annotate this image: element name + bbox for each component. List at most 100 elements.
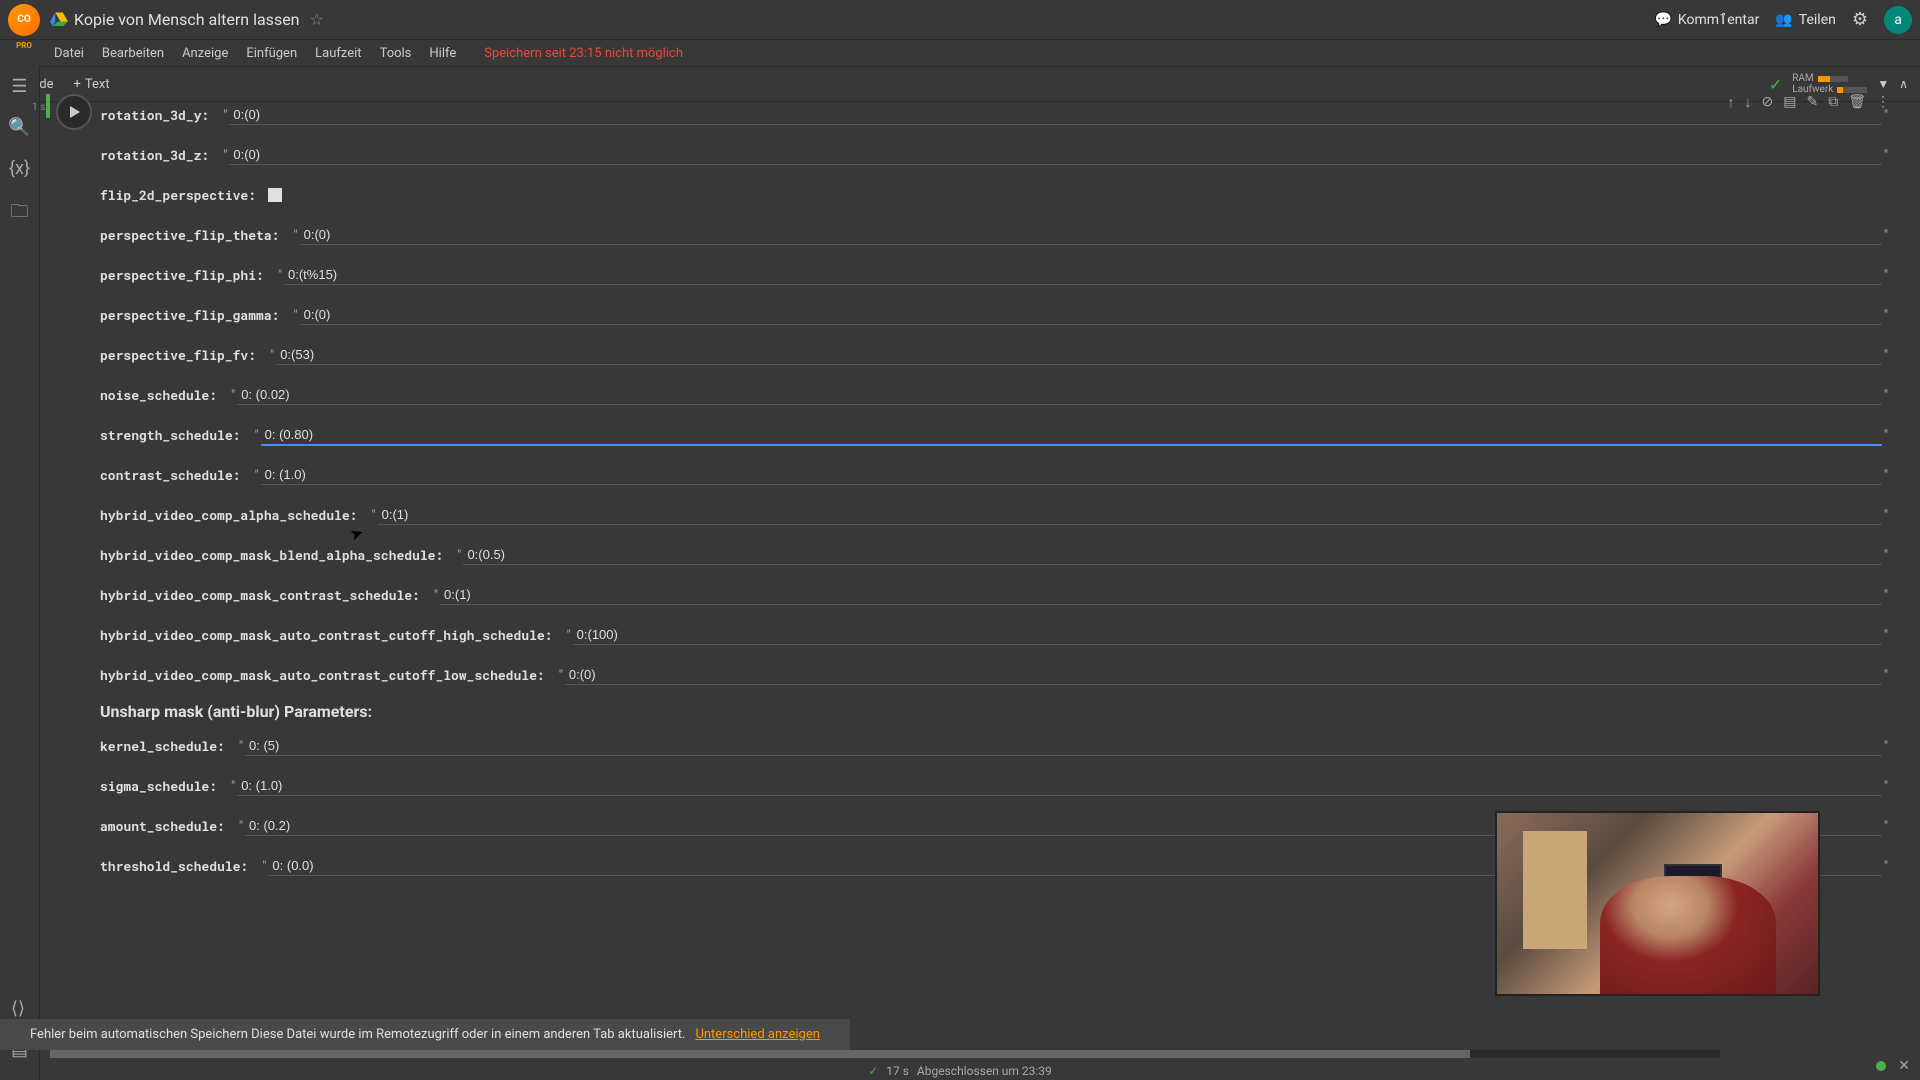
quote-mark: " <box>239 819 243 834</box>
param-input[interactable] <box>237 776 1882 796</box>
param-row: perspective_flip_fv:"" <box>100 342 1890 368</box>
quote-mark: " <box>1884 468 1888 483</box>
quote-mark: " <box>1884 268 1888 283</box>
menu-tools[interactable]: Tools <box>380 46 412 61</box>
param-input[interactable] <box>300 305 1882 325</box>
share-icon: 👥 <box>1775 12 1792 28</box>
param-input[interactable] <box>229 105 1881 125</box>
comment-button[interactable]: 💬 Kommٱentar <box>1654 12 1759 28</box>
quote-mark: " <box>1884 779 1888 794</box>
share-button[interactable]: 👥 Teilen <box>1775 12 1836 28</box>
status-check-icon: ✓ <box>1769 75 1782 94</box>
variables-icon[interactable]: {x} <box>9 158 30 179</box>
show-diff-link[interactable]: Unterschied anzeigen <box>695 1027 819 1042</box>
param-input-wrap: "" <box>369 505 1890 525</box>
param-label: hybrid_video_comp_mask_auto_contrast_cut… <box>100 626 552 644</box>
horizontal-scrollbar[interactable] <box>50 1050 1720 1058</box>
menu-hilfe[interactable]: Hilfe <box>429 46 456 61</box>
param-label: flip_2d_perspective: <box>100 186 256 204</box>
param-input[interactable] <box>463 545 1881 565</box>
resource-indicator[interactable]: RAM Laufwerk <box>1792 73 1867 95</box>
param-input[interactable] <box>237 385 1882 405</box>
toolbar: + Code + Text ✓ RAM Laufwerk ▼ ∧ <box>0 66 1920 102</box>
param-input-wrap: "" <box>432 585 1890 605</box>
param-label: threshold_schedule: <box>100 857 248 875</box>
param-input[interactable] <box>573 625 1882 645</box>
param-input[interactable] <box>284 265 1882 285</box>
quote-mark: " <box>278 268 282 283</box>
quote-mark: " <box>1884 388 1888 403</box>
quote-mark: " <box>223 108 227 123</box>
document-title[interactable]: Kopie von Mensch altern lassen <box>74 10 300 29</box>
avatar[interactable]: a <box>1884 6 1912 34</box>
plus-icon: + <box>74 77 81 92</box>
param-input[interactable] <box>229 145 1881 165</box>
webcam-overlay <box>1495 811 1820 996</box>
connection-dot <box>1876 1061 1886 1071</box>
quote-mark: " <box>559 668 563 683</box>
quote-mark: " <box>293 228 297 243</box>
cell-exec-time: 1 s <box>32 102 45 113</box>
param-input[interactable] <box>261 465 1882 485</box>
quote-mark: " <box>270 348 274 363</box>
gear-icon[interactable]: ⚙ <box>1852 9 1868 30</box>
quote-mark: " <box>1884 739 1888 754</box>
files-icon[interactable]: 🗀 <box>11 199 29 229</box>
search-icon[interactable]: 🔍 <box>8 117 30 138</box>
left-sidebar: ☰ 🔍 {x} 🗀 ⟨⟩ ▤ <box>0 66 40 1080</box>
param-input[interactable] <box>245 736 1882 756</box>
param-input[interactable] <box>261 425 1882 446</box>
param-input[interactable] <box>300 225 1882 245</box>
check-icon: ✓ <box>868 1064 878 1078</box>
quote-mark: " <box>254 428 258 443</box>
param-input-wrap: "" <box>221 105 1890 125</box>
run-cell-button[interactable] <box>56 94 92 130</box>
menubar: Datei Bearbeiten Anzeige Einfügen Laufze… <box>0 40 1920 66</box>
param-label: strength_schedule: <box>100 426 240 444</box>
param-checkbox[interactable] <box>268 188 282 202</box>
param-input[interactable] <box>276 345 1882 365</box>
param-row: perspective_flip_phi:"" <box>100 262 1890 288</box>
quote-mark: " <box>262 859 266 874</box>
menu-datei[interactable]: Datei <box>54 46 84 61</box>
quote-mark: " <box>1884 508 1888 523</box>
chevron-up-icon[interactable]: ∧ <box>1899 77 1908 91</box>
param-input[interactable] <box>440 585 1882 605</box>
colab-logo: CO <box>8 4 40 36</box>
param-row: rotation_3d_z:"" <box>100 142 1890 168</box>
param-input[interactable] <box>565 665 1882 685</box>
toc-icon[interactable]: ☰ <box>11 76 27 97</box>
quote-mark: " <box>1884 428 1888 443</box>
param-label: amount_schedule: <box>100 817 225 835</box>
menu-bearbeiten[interactable]: Bearbeiten <box>102 46 164 61</box>
param-label: hybrid_video_comp_mask_contrast_schedule… <box>100 586 420 604</box>
param-input-wrap: "" <box>455 545 1890 565</box>
menu-anzeige[interactable]: Anzeige <box>182 46 228 61</box>
quote-mark: " <box>1884 228 1888 243</box>
param-label: contrast_schedule: <box>100 466 240 484</box>
autosave-error-bar: Fehler beim automatischen Speichern Dies… <box>0 1019 850 1050</box>
menu-einfuegen[interactable]: Einfügen <box>246 46 297 61</box>
param-input-wrap: "" <box>221 145 1890 165</box>
param-label: perspective_flip_gamma: <box>100 306 279 324</box>
quote-mark: " <box>566 628 570 643</box>
param-label: sigma_schedule: <box>100 777 217 795</box>
quote-mark: " <box>239 739 243 754</box>
code-snippets-icon[interactable]: ⟨⟩ <box>11 998 28 1019</box>
drive-icon <box>50 11 68 29</box>
close-icon[interactable]: ✕ <box>1898 1058 1910 1074</box>
chevron-down-icon[interactable]: ▼ <box>1877 77 1889 91</box>
quote-mark: " <box>1884 108 1888 123</box>
param-row: flip_2d_perspective: <box>100 182 1890 208</box>
bottom-status: ✕ <box>1876 1058 1910 1074</box>
param-input-wrap: "" <box>252 465 1890 485</box>
param-input[interactable] <box>378 505 1882 525</box>
star-icon[interactable]: ☆ <box>310 10 324 29</box>
param-label: hybrid_video_comp_mask_blend_alpha_sched… <box>100 546 443 564</box>
add-text-button[interactable]: + Text <box>74 77 110 92</box>
menu-laufzeit[interactable]: Laufzeit <box>315 46 361 61</box>
quote-mark: " <box>293 308 297 323</box>
quote-mark: " <box>371 508 375 523</box>
param-input-wrap: "" <box>291 305 1890 325</box>
quote-mark: " <box>223 148 227 163</box>
